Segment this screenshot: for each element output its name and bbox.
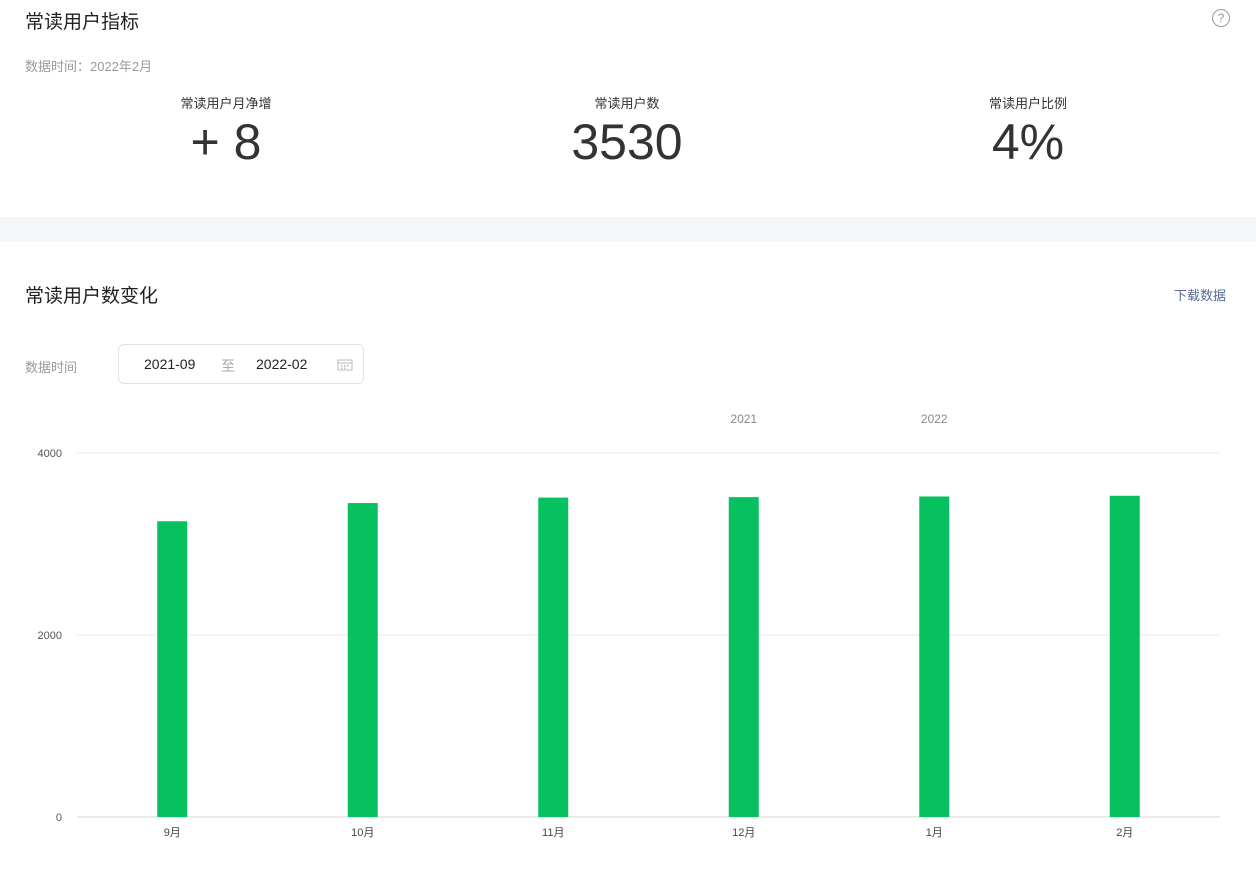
metric-value: 3530 xyxy=(571,114,683,170)
y-tick-label: 0 xyxy=(56,812,62,824)
filter-label: 数据时间 xyxy=(25,360,78,375)
bar xyxy=(919,496,950,817)
y-tick-label: 4000 xyxy=(38,448,62,460)
bar xyxy=(1109,495,1140,817)
x-tick-label: 2月 xyxy=(1116,827,1133,839)
metric-user-count: 常读用户数 3530 xyxy=(477,93,777,170)
summary-title: 常读用户指标 xyxy=(25,12,140,33)
end-month[interactable]: 2022-02 xyxy=(256,356,307,372)
metric-net-growth: 常读用户月净增 + 8 xyxy=(76,93,376,170)
section-divider xyxy=(0,217,1256,242)
bar xyxy=(538,497,569,817)
date-range-picker[interactable]: 2021-09 至 2022-02 xyxy=(118,344,364,384)
data-time: 数据时间：2022年2月 xyxy=(25,59,153,74)
help-icon[interactable]: ? xyxy=(1212,9,1230,27)
metric-value: 4% xyxy=(991,114,1065,170)
metric-label: 常读用户数 xyxy=(594,96,660,111)
metric-ratio: 常读用户比例 4% xyxy=(878,93,1178,170)
x-tick-label: 9月 xyxy=(164,827,181,839)
bar xyxy=(347,503,378,817)
x-tick-label: 1月 xyxy=(926,827,943,839)
range-separator: 至 xyxy=(221,358,235,374)
year-label: 2022 xyxy=(921,412,948,426)
metric-value: + 8 xyxy=(190,114,262,170)
bar xyxy=(728,497,759,817)
metric-label: 常读用户月净增 xyxy=(180,96,272,111)
x-tick-label: 12月 xyxy=(732,827,755,839)
download-data-link[interactable]: 下载数据 xyxy=(1174,285,1226,304)
y-tick-label: 2000 xyxy=(38,630,62,642)
user-count-chart: 0 2000 4000 9月 10月 11月 12月 1月 2月 2021 2022 xyxy=(38,412,1220,839)
metric-label: 常读用户比例 xyxy=(988,96,1067,111)
bar xyxy=(157,521,188,817)
x-tick-label: 11月 xyxy=(542,827,564,839)
year-label: 2021 xyxy=(730,412,757,426)
x-tick-label: 10月 xyxy=(351,827,374,839)
start-month[interactable]: 2021-09 xyxy=(144,356,195,372)
calendar-icon xyxy=(337,359,353,371)
trend-title: 常读用户数变化 xyxy=(25,286,159,307)
